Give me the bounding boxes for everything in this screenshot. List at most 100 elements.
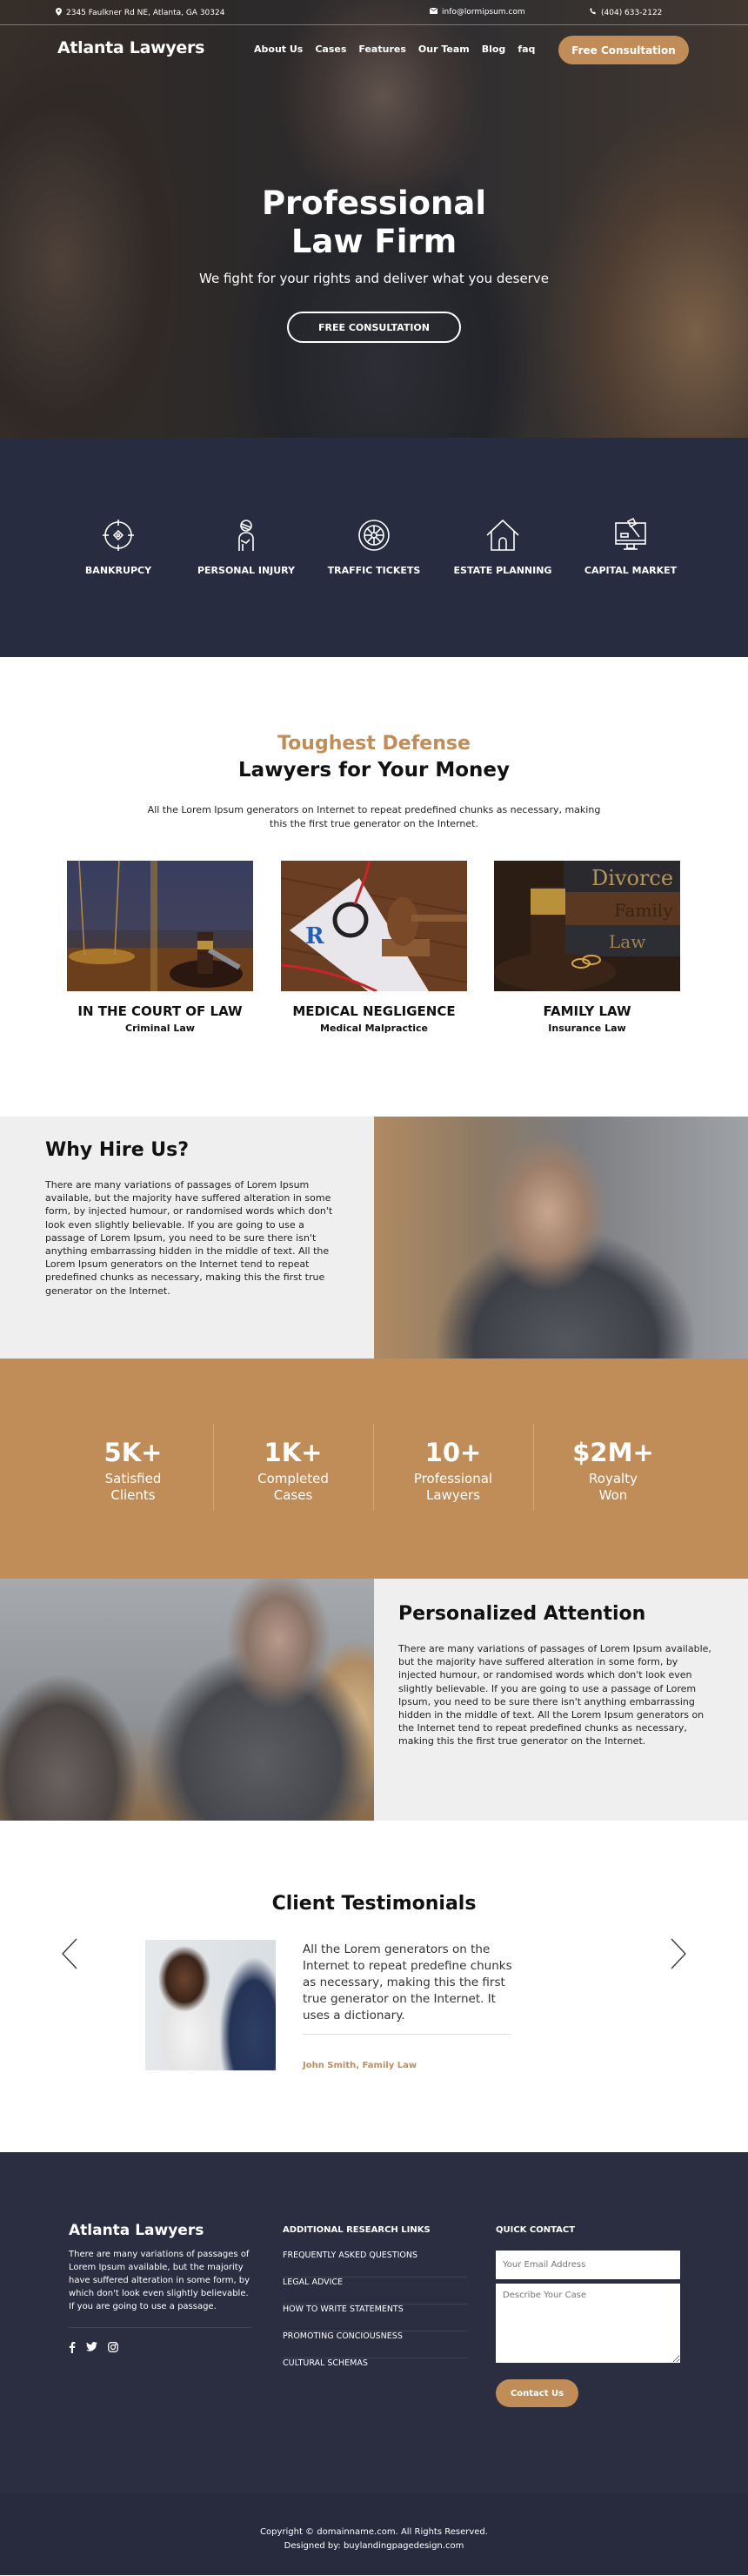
service-capital-market[interactable]: CAPITAL MARKET	[570, 518, 691, 576]
nav-item-faq[interactable]: faq	[518, 44, 535, 55]
social-links	[69, 2342, 251, 2353]
case-card-subtitle: Insurance Law	[548, 1023, 626, 1034]
quick-contact-column: QUICK CONTACT Contact Us	[496, 2225, 680, 2407]
book-label-divorce: Divorce	[591, 866, 673, 890]
testimonial-quote: All the Lorem generators on the Internet…	[303, 1942, 512, 2023]
case-card-family-law[interactable]: Divorce Family Law FAMILY LAW Insurance …	[494, 861, 680, 1034]
footer-about-text: There are many variations of passages of…	[69, 2250, 250, 2311]
stat-label: Royalty Won	[589, 1471, 638, 1503]
case-card-title: IN THE COURT OF LAW	[77, 1003, 243, 1019]
hero-title: Professional Law Firm	[0, 184, 748, 261]
book-label-law: Law	[609, 931, 645, 952]
chevron-right-icon[interactable]	[665, 1932, 691, 1976]
nav-item-cases[interactable]: Cases	[315, 44, 346, 55]
service-label: BANKRUPCY	[84, 565, 152, 576]
case-card-medical-negligence[interactable]: R MEDICAL NEGLIGENCE Medical Malpractice	[281, 861, 467, 1034]
email-info[interactable]: info@lormipsum.com	[429, 7, 525, 17]
hero-title-line-1: Professional	[261, 184, 487, 222]
stat-label: Satisfied Clients	[104, 1471, 162, 1503]
stethoscope-gavel-image: R	[281, 861, 467, 991]
envelope-icon	[429, 7, 438, 17]
footer-divider	[69, 2327, 251, 2328]
defense-title: Lawyers for Your Money	[238, 759, 510, 782]
designer-credit[interactable]: Designed by: buylandingpagedesign.com	[0, 2539, 748, 2553]
stat-value: 5K+	[104, 1438, 163, 1467]
defense-kicker: Toughest Defense	[277, 733, 471, 755]
chevron-left-icon[interactable]	[57, 1932, 83, 1976]
case-description-textarea[interactable]	[496, 2284, 680, 2363]
testimonial-divider	[303, 2034, 510, 2035]
why-hire-us-text: Why Hire Us? There are many variations o…	[45, 1139, 341, 1298]
personalized-attention-title: Personalized Attention	[398, 1603, 646, 1625]
email-input[interactable]	[496, 2251, 680, 2279]
service-estate-planning[interactable]: ESTATE PLANNING	[442, 518, 564, 576]
nav-item-features[interactable]: Features	[358, 44, 405, 55]
service-label: TRAFFIC TICKETS	[327, 565, 421, 576]
facebook-icon[interactable]	[69, 2342, 76, 2353]
stat-royalty-won: $2M+ Royalty Won	[533, 1438, 693, 1504]
main-nav: Atlanta Lawyers About Us Cases Features …	[0, 35, 748, 66]
nav-item-our-team[interactable]: Our Team	[418, 44, 470, 55]
footer-links-column: ADDITIONAL RESEARCH LINKS FREQUENTLY ASK…	[283, 2225, 467, 2385]
hero-subtitle: We fight for your rights and deliver wha…	[199, 271, 549, 286]
email-text[interactable]: info@lormipsum.com	[442, 8, 525, 17]
top-info-bar: 2345 Faulkner Rd NE, Atlanta, GA 30324 i…	[0, 0, 748, 25]
house-icon	[486, 519, 519, 551]
contact-us-button[interactable]: Contact Us	[496, 2379, 578, 2407]
service-label: PERSONAL INJURY	[197, 565, 296, 576]
case-card-court-of-law[interactable]: IN THE COURT OF LAW Criminal Law	[67, 861, 253, 1034]
quick-contact-heading: QUICK CONTACT	[496, 2225, 576, 2235]
phone-icon	[590, 8, 597, 17]
address-info: 2345 Faulkner Rd NE, Atlanta, GA 30324	[56, 8, 224, 18]
lawyer-meeting-image	[0, 1579, 374, 1821]
footer-link-write-statements[interactable]: HOW TO WRITE STATEMENTS	[283, 2304, 467, 2331]
defense-description: All the Lorem Ipsum generators on Intern…	[147, 804, 601, 829]
practice-areas-band: BANKRUPCY PERSONAL INJURY TRAFFIC TICKET…	[0, 438, 748, 657]
personalized-attention-section: Personalized Attention There are many va…	[0, 1579, 748, 1821]
footer-link-cultural-schemas[interactable]: CULTURAL SCHEMAS	[283, 2358, 467, 2385]
monitor-gavel-icon	[615, 518, 646, 550]
site-logo[interactable]: Atlanta Lawyers	[57, 38, 204, 57]
phone-text[interactable]: (404) 633-2122	[601, 9, 662, 17]
phone-info[interactable]: (404) 633-2122	[590, 8, 662, 17]
why-hire-us-section: Why Hire Us? There are many variations o…	[0, 1117, 748, 1358]
instagram-icon[interactable]	[108, 2342, 118, 2352]
case-card-subtitle: Medical Malpractice	[320, 1023, 428, 1034]
personalized-attention-text: Personalized Attention There are many va…	[398, 1603, 716, 1748]
stat-value: $2M+	[572, 1438, 654, 1467]
service-bankrupcy[interactable]: BANKRUPCY	[57, 518, 179, 576]
service-label: ESTATE PLANNING	[453, 565, 552, 576]
footer-link-faq[interactable]: FREQUENTLY ASKED QUESTIONS	[283, 2251, 467, 2277]
stat-satisfied-clients: 5K+ Satisfied Clients	[53, 1438, 213, 1504]
stat-completed-cases: 1K+ Completed Cases	[213, 1438, 373, 1504]
free-consultation-hero-button[interactable]: FREE CONSULTATION	[287, 312, 461, 343]
service-personal-injury[interactable]: PERSONAL INJURY	[185, 518, 307, 576]
nav-item-about-us[interactable]: About Us	[254, 44, 303, 55]
testimonial-client-photo	[145, 1940, 276, 2070]
copyright-bar: Copyright © domainname.com. All Rights R…	[0, 2493, 748, 2575]
family-law-books-image: Divorce Family Law	[494, 861, 680, 991]
stats-band: 5K+ Satisfied Clients 1K+ Completed Cases …	[0, 1358, 748, 1579]
site-footer: Atlanta Lawyers There are many variation…	[0, 2152, 748, 2493]
case-card-subtitle: Criminal Law	[125, 1023, 195, 1034]
testimonials-section: Client Testimonials All the Lorem genera…	[0, 1821, 748, 2152]
footer-link-promoting-conciousness[interactable]: PROMOTING CONCIOUSNESS	[283, 2331, 467, 2358]
stat-professional-lawyers: 10+ Professional Lawyers	[373, 1438, 533, 1504]
nav-menu: About Us Cases Features Our Team Blog fa…	[254, 44, 535, 55]
personalized-attention-body: There are many variations of passages of…	[398, 1643, 711, 1748]
svg-text:R: R	[305, 923, 324, 949]
copyright-text: Copyright © domainname.com. All Rights R…	[260, 2527, 488, 2537]
footer-link-legal-advice[interactable]: LEGAL ADVICE	[283, 2277, 467, 2304]
stat-label: Completed Cases	[257, 1471, 329, 1503]
service-traffic-tickets[interactable]: TRAFFIC TICKETS	[313, 518, 435, 576]
twitter-icon[interactable]	[86, 2342, 97, 2351]
hero-title-line-2: Law Firm	[291, 223, 457, 260]
defense-section: Toughest Defense Lawyers for Your Money …	[0, 657, 748, 1117]
book-label-family: Family	[614, 900, 673, 921]
footer-logo[interactable]: Atlanta Lawyers	[69, 2222, 251, 2239]
free-consultation-nav-button[interactable]: Free Consultation	[558, 36, 689, 64]
stat-label: Professional Lawyers	[413, 1471, 493, 1503]
testimonial-author: John Smith, Family Law	[303, 2061, 417, 2070]
nav-item-blog[interactable]: Blog	[482, 44, 506, 55]
case-card-title: MEDICAL NEGLIGENCE	[292, 1003, 456, 1019]
